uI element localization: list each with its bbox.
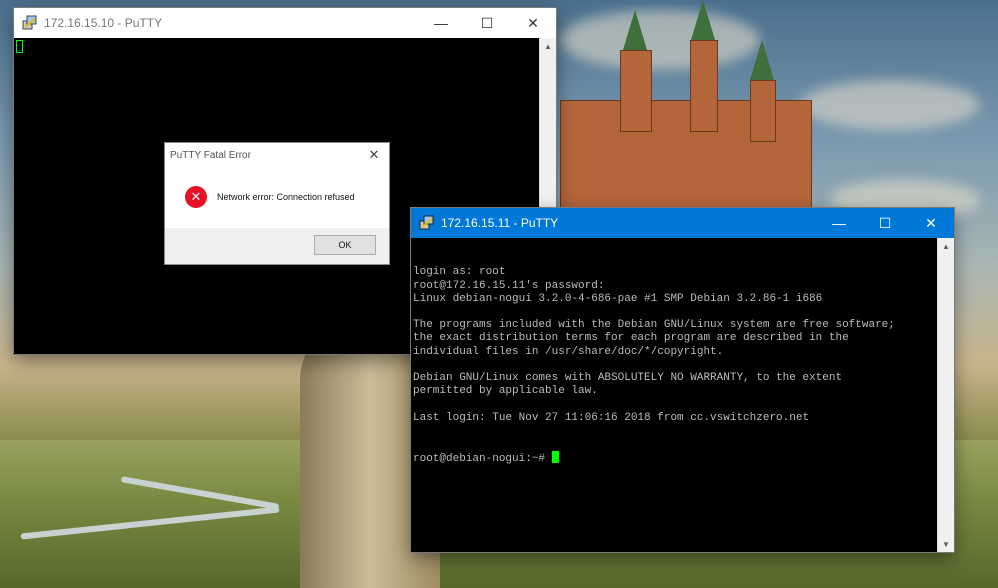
scroll-down-arrow-icon[interactable]: ▼ — [938, 536, 954, 552]
titlebar-back[interactable]: 172.16.15.10 - PuTTY — ☐ ✕ — [14, 8, 556, 38]
error-message: Network error: Connection refused — [217, 192, 355, 202]
dialog-title: PuTTY Fatal Error — [170, 149, 251, 161]
close-button[interactable]: ✕ — [510, 8, 556, 38]
terminal-line: login as: root — [413, 266, 506, 279]
maximize-button[interactable]: ☐ — [862, 208, 908, 238]
putty-icon — [419, 215, 434, 230]
scroll-up-arrow-icon[interactable]: ▲ — [938, 238, 954, 254]
terminal-line: Last login: Tue Nov 27 11:06:16 2018 fro… — [413, 411, 810, 424]
terminal-line: Linux debian-nogui 3.2.0-4-686-pae #1 SM… — [413, 292, 823, 305]
error-icon: ✕ — [185, 186, 207, 208]
terminal-line: The programs included with the Debian GN… — [413, 319, 895, 332]
window-title: 172.16.15.11 - PuTTY — [441, 216, 559, 230]
scrollbar-front[interactable]: ▲ ▼ — [937, 238, 954, 552]
close-button[interactable]: ✕ — [908, 208, 954, 238]
terminal-line: Debian GNU/Linux comes with ABSOLUTELY N… — [413, 372, 843, 384]
titlebar-front[interactable]: 172.16.15.11 - PuTTY — ☐ ✕ — [411, 208, 954, 238]
terminal-line: the exact distribution terms for each pr… — [413, 332, 849, 345]
terminal-cursor — [551, 451, 559, 464]
putty-window-front[interactable]: 172.16.15.11 - PuTTY — ☐ ✕ login as: roo… — [411, 208, 954, 552]
window-title: 172.16.15.10 - PuTTY — [44, 16, 163, 30]
terminal-line: permitted by applicable law. — [413, 385, 598, 398]
terminal-front[interactable]: login as: root root@172.16.15.11's passwo… — [411, 238, 938, 552]
minimize-button[interactable]: — — [418, 8, 464, 38]
fatal-error-dialog[interactable]: PuTTY Fatal Error ✕ ✕ Network error: Con… — [165, 143, 389, 264]
castle-illustration — [560, 0, 820, 222]
terminal-cursor-hollow — [16, 40, 23, 53]
dialog-footer: OK — [165, 228, 389, 264]
putty-icon — [22, 15, 37, 30]
dialog-titlebar[interactable]: PuTTY Fatal Error ✕ — [165, 143, 389, 167]
scroll-up-arrow-icon[interactable]: ▲ — [540, 38, 556, 54]
dialog-close-button[interactable]: ✕ — [359, 147, 389, 163]
terminal-line: root@172.16.15.11's password: — [413, 279, 605, 292]
minimize-button[interactable]: — — [816, 208, 862, 238]
terminal-line: individual files in /usr/share/doc/*/cop… — [413, 345, 724, 358]
ok-button[interactable]: OK — [314, 235, 376, 255]
maximize-button[interactable]: ☐ — [464, 8, 510, 38]
shell-prompt: root@debian-nogui:~# — [413, 453, 552, 466]
